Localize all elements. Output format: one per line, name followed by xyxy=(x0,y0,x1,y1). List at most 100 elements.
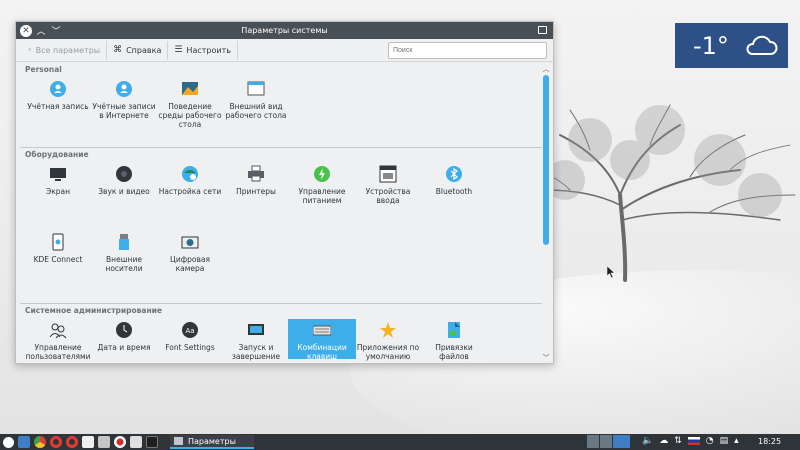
settings-item-startup-shutdown[interactable]: Запуск и завершение xyxy=(222,321,290,361)
kde-connect-icon xyxy=(52,233,64,251)
section-title: Оборудование xyxy=(25,150,89,159)
weather-widget[interactable]: -1° xyxy=(675,23,788,68)
settings-item-multimedia[interactable]: Звук и видео xyxy=(90,165,158,196)
user-icon xyxy=(50,81,66,97)
section-title: Системное администрирование xyxy=(25,306,163,315)
settings-window-icon xyxy=(174,437,183,445)
help-button[interactable]: ⌘ Справка xyxy=(107,40,169,60)
search-input[interactable] xyxy=(388,42,547,59)
settings-item-input-devices[interactable]: Устройства ввода xyxy=(354,165,422,205)
vertical-scrollbar[interactable]: ︿ ﹀ xyxy=(542,64,550,362)
configure-button[interactable]: ☰ Настроить xyxy=(168,40,238,60)
task-label: Параметры xyxy=(188,436,236,446)
settings-item-power[interactable]: Управление питанием xyxy=(288,165,356,205)
settings-item-kde-connect[interactable]: KDE Connect xyxy=(24,233,92,264)
settings-item-online-accounts[interactable]: Учётные записи в Интернете xyxy=(90,80,158,120)
power-icon xyxy=(314,166,330,182)
chevron-up-icon[interactable]: ︿ xyxy=(35,25,47,37)
settings-item-bluetooth[interactable]: Bluetooth xyxy=(420,165,488,196)
back-label: Все параметры xyxy=(35,45,101,55)
opera-browser-icon[interactable] xyxy=(66,436,78,448)
svg-text:Aa: Aa xyxy=(185,327,194,335)
back-button[interactable]: ‹ Все параметры xyxy=(22,40,108,60)
file-associations-icon xyxy=(448,322,460,338)
mouse-cursor-icon xyxy=(607,266,615,278)
window-title: Параметры системы xyxy=(241,26,328,35)
monitor-icon[interactable] xyxy=(130,436,142,448)
online-accounts-icon xyxy=(116,81,132,97)
chevron-down-icon[interactable]: ﹀ xyxy=(50,25,62,37)
keyboard-layout-flag-icon[interactable] xyxy=(687,437,700,445)
settings-item-workspace-appearance[interactable]: Внешний вид рабочего стола xyxy=(222,80,290,120)
input-devices-icon xyxy=(379,165,397,183)
settings-item-printers[interactable]: Принтеры xyxy=(222,165,290,196)
document-viewer-icon[interactable] xyxy=(98,436,110,448)
configure-label: Настроить xyxy=(186,45,231,55)
taskbar-clock[interactable]: 18:25 xyxy=(758,437,781,446)
keyboard-shortcuts-icon xyxy=(313,325,331,336)
default-apps-icon xyxy=(380,322,396,338)
wifi-icon[interactable]: ◔ xyxy=(706,436,714,446)
network-icon xyxy=(182,166,198,182)
section-hardware: Оборудование Экран Звук и видео Настройк… xyxy=(20,147,542,307)
system-tray: 🔈 ☁ ⇅ ◔ ▤ ▴ xyxy=(642,436,745,446)
display-icon xyxy=(50,168,66,181)
window-titlebar[interactable]: ✕ ︿ ﹀ Параметры системы xyxy=(16,22,553,39)
text-editor-icon[interactable] xyxy=(82,436,94,448)
settings-item-display[interactable]: Экран xyxy=(24,165,92,196)
section-title: Personal xyxy=(25,65,62,74)
help-icon: ⌘ xyxy=(113,45,123,55)
startup-shutdown-icon xyxy=(248,324,264,335)
network-status-icon[interactable]: ⇅ xyxy=(674,436,682,446)
settings-item-default-applications[interactable]: Приложения по умолчанию xyxy=(354,321,422,361)
pager-desktop-1[interactable] xyxy=(587,435,599,448)
weather-temperature: -1° xyxy=(693,31,729,60)
users-icon xyxy=(49,323,67,339)
removable-storage-icon xyxy=(119,234,129,250)
section-personal: Personal Учётная запись Учётные записи в… xyxy=(20,63,542,152)
desktop-pager xyxy=(587,435,631,448)
sync-icon[interactable]: ☁ xyxy=(659,436,668,446)
media-player-icon[interactable] xyxy=(114,436,126,448)
tray-expand-icon[interactable]: ▴ xyxy=(734,436,739,446)
system-settings-window: ✕ ︿ ﹀ Параметры системы ‹ Все параметры … xyxy=(15,21,554,364)
settings-item-digital-camera[interactable]: Цифровая камера xyxy=(156,233,224,273)
fonts-icon: Aa xyxy=(182,322,198,338)
settings-item-file-associations[interactable]: Привязки файлов xyxy=(420,321,488,361)
settings-item-font-settings[interactable]: Aa Font Settings xyxy=(156,321,224,352)
taskbar-task-settings[interactable]: Параметры xyxy=(170,435,254,449)
settings-item-network[interactable]: Настройка сети xyxy=(156,165,224,196)
application-launcher-icon[interactable] xyxy=(3,436,14,448)
terminal-icon[interactable] xyxy=(146,436,158,448)
close-window-button[interactable]: ✕ xyxy=(20,24,32,37)
workspace-behavior-icon xyxy=(182,82,198,95)
toolbar: ‹ Все параметры ⌘ Справка ☰ Настроить xyxy=(16,39,553,62)
pager-desktop-2[interactable] xyxy=(600,435,612,448)
multimedia-icon xyxy=(116,166,132,182)
clipboard-icon[interactable]: ▤ xyxy=(720,436,729,446)
opera-browser-icon[interactable] xyxy=(50,436,62,448)
volume-icon[interactable]: 🔈 xyxy=(642,436,653,446)
chevron-left-icon: ‹ xyxy=(28,45,32,55)
menu-icon: ☰ xyxy=(174,45,183,55)
settings-item-workspace-behavior[interactable]: Поведение среды рабочего стола xyxy=(156,80,224,129)
settings-item-date-time[interactable]: Дата и время xyxy=(90,321,158,352)
settings-item-keyboard-shortcuts[interactable]: Комбинации клавиш xyxy=(288,319,356,361)
file-manager-icon[interactable] xyxy=(18,436,30,448)
settings-item-removable-storage[interactable]: Внешние носители xyxy=(90,233,158,273)
settings-item-user-manager[interactable]: Управление пользователями xyxy=(24,321,92,361)
scroll-down-icon[interactable]: ﹀ xyxy=(542,353,550,362)
taskbar: Параметры 🔈 ☁ ⇅ ◔ ▤ ▴ 18:25 xyxy=(0,434,800,450)
settings-item-user-account[interactable]: Учётная запись xyxy=(24,80,92,111)
help-label: Справка xyxy=(126,45,162,55)
keep-above-icon[interactable] xyxy=(538,26,547,34)
cloud-icon xyxy=(746,35,778,55)
scroll-up-icon[interactable]: ︿ xyxy=(542,64,550,73)
pager-desktop-3[interactable] xyxy=(613,435,630,448)
section-system-administration: Системное администрирование Управление п… xyxy=(20,303,542,361)
tree-illustration xyxy=(534,104,796,282)
scrollbar-thumb[interactable] xyxy=(543,75,549,245)
chrome-browser-icon[interactable] xyxy=(34,436,46,448)
camera-icon xyxy=(181,236,199,249)
clock-icon xyxy=(116,322,132,338)
